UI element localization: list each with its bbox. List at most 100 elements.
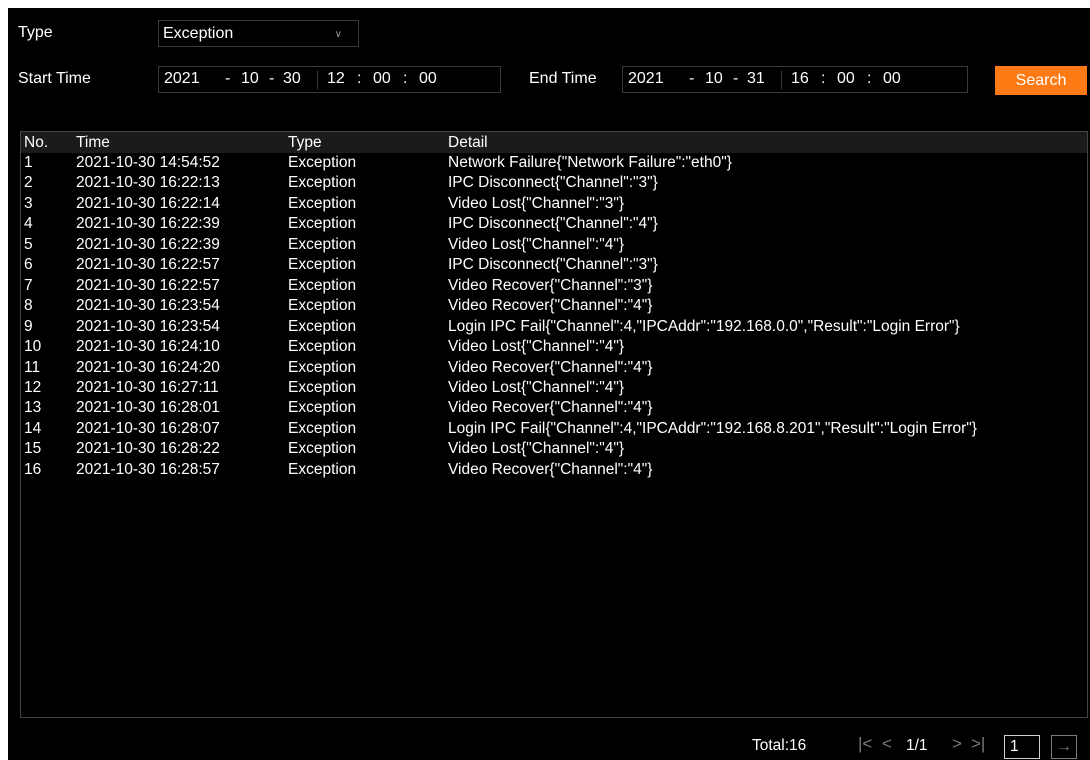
cell-no: 12 — [24, 378, 42, 396]
end-month[interactable]: 10 — [705, 70, 723, 88]
last-page-icon[interactable]: >| — [971, 734, 985, 754]
table-row[interactable]: 12 2021-10-30 16:27:11 Exception Video Lost… — [21, 378, 1087, 398]
table-row[interactable]: 1 2021-10-30 14:54:52 Exception Network Fai… — [21, 153, 1087, 173]
page-indicator: 1/1 — [906, 737, 928, 754]
cell-type: Exception — [288, 358, 357, 376]
end-year[interactable]: 2021 — [628, 70, 664, 88]
log-search-panel: Type Exception ∨ Start Time 2021 - 10 - … — [8, 8, 1090, 760]
search-button[interactable]: Search — [995, 66, 1087, 95]
end-day[interactable]: 31 — [747, 70, 765, 88]
table-row[interactable]: 6 2021-10-30 16:22:57 Exception IPC Disconn… — [21, 255, 1087, 275]
chevron-down-icon: ∨ — [334, 29, 342, 40]
table-row[interactable]: 13 2021-10-30 16:28:01 Exception Video Reco… — [21, 398, 1087, 418]
cell-detail: Video Lost{"Channel":"4"} — [448, 235, 624, 253]
table-row[interactable]: 14 2021-10-30 16:28:07 Exception Login IPC … — [21, 419, 1087, 439]
cell-type: Exception — [288, 235, 357, 253]
cell-time: 2021-10-30 16:28:01 — [76, 399, 220, 417]
column-header-detail: Detail — [448, 134, 488, 151]
cell-time: 2021-10-30 16:22:14 — [76, 194, 220, 212]
type-dropdown[interactable]: Exception ∨ — [158, 20, 359, 47]
page-number-input[interactable] — [1004, 735, 1040, 759]
cell-type: Exception — [288, 440, 357, 458]
table-row[interactable]: 7 2021-10-30 16:22:57 Exception Video Recov… — [21, 276, 1087, 296]
cell-time: 2021-10-30 16:28:07 — [76, 419, 220, 437]
end-time-field[interactable]: 2021 - 10 - 31 16 : 00 : 00 — [622, 66, 968, 93]
field-divider — [317, 71, 318, 89]
table-row[interactable]: 9 2021-10-30 16:23:54 Exception Login IPC F… — [21, 317, 1087, 337]
start-time-label: Start Time — [18, 70, 91, 87]
table-row[interactable]: 8 2021-10-30 16:23:54 Exception Video Recov… — [21, 296, 1087, 316]
arrow-right-icon: → — [1056, 738, 1072, 755]
start-day[interactable]: 30 — [283, 70, 301, 88]
cell-detail: IPC Disconnect{"Channel":"4"} — [448, 215, 658, 233]
cell-time: 2021-10-30 16:22:13 — [76, 174, 220, 192]
start-minute[interactable]: 00 — [373, 70, 391, 88]
date-separator: - — [689, 70, 695, 87]
type-label: Type — [18, 24, 53, 41]
cell-no: 14 — [24, 419, 42, 437]
start-time-field[interactable]: 2021 - 10 - 30 12 : 00 : 00 — [158, 66, 501, 93]
time-separator: : — [357, 70, 362, 87]
cell-detail: Video Lost{"Channel":"4"} — [448, 378, 624, 396]
cell-type: Exception — [288, 256, 357, 274]
first-page-icon[interactable]: |< — [858, 734, 872, 754]
table-row[interactable]: 10 2021-10-30 16:24:10 Exception Video Lost… — [21, 337, 1087, 357]
date-separator: - — [733, 70, 739, 87]
cell-no: 6 — [24, 256, 33, 274]
start-month[interactable]: 10 — [241, 70, 259, 88]
table-row[interactable]: 2 2021-10-30 16:22:13 Exception IPC Disconn… — [21, 173, 1087, 193]
cell-no: 4 — [24, 215, 33, 233]
table-header: No. Time Type Detail — [21, 132, 1087, 153]
cell-no: 9 — [24, 317, 33, 335]
table-row[interactable]: 4 2021-10-30 16:22:39 Exception IPC Disconn… — [21, 214, 1087, 234]
end-minute[interactable]: 00 — [837, 70, 855, 88]
cell-time: 2021-10-30 16:22:57 — [76, 256, 220, 274]
cell-detail: Video Recover{"Channel":"4"} — [448, 460, 653, 478]
cell-no: 8 — [24, 297, 33, 315]
total-count: Total:16 — [752, 737, 807, 754]
time-separator: : — [867, 70, 872, 87]
start-hour[interactable]: 12 — [327, 70, 345, 88]
cell-detail: Video Recover{"Channel":"3"} — [448, 276, 653, 294]
table-row[interactable]: 5 2021-10-30 16:22:39 Exception Video Lost{… — [21, 235, 1087, 255]
table-row[interactable]: 16 2021-10-30 16:28:57 Exception Video Reco… — [21, 460, 1087, 480]
cell-type: Exception — [288, 194, 357, 212]
time-separator: : — [403, 70, 408, 87]
cell-detail: IPC Disconnect{"Channel":"3"} — [448, 174, 658, 192]
end-second[interactable]: 00 — [883, 70, 901, 88]
column-header-no: No. — [24, 134, 49, 151]
cell-time: 2021-10-30 16:23:54 — [76, 317, 220, 335]
app-window: Type Exception ∨ Start Time 2021 - 10 - … — [0, 0, 1090, 760]
cell-time: 2021-10-30 16:22:39 — [76, 215, 220, 233]
cell-detail: IPC Disconnect{"Channel":"3"} — [448, 256, 658, 274]
cell-type: Exception — [288, 399, 357, 417]
cell-detail: Network Failure{"Network Failure":"eth0"… — [448, 154, 732, 171]
cell-no: 11 — [24, 358, 41, 376]
cell-no: 13 — [24, 399, 42, 417]
log-table: No. Time Type Detail 1 2021-10-30 14:54:5… — [20, 131, 1088, 718]
end-hour[interactable]: 16 — [791, 70, 809, 88]
cell-time: 2021-10-30 16:22:57 — [76, 276, 220, 294]
next-page-icon[interactable]: > — [952, 734, 962, 754]
go-button[interactable]: → — [1051, 735, 1077, 759]
table-row[interactable]: 11 2021-10-30 16:24:20 Exception Video Reco… — [21, 358, 1087, 378]
cell-type: Exception — [288, 154, 357, 171]
start-year[interactable]: 2021 — [164, 70, 200, 88]
table-row[interactable]: 15 2021-10-30 16:28:22 Exception Video Lost… — [21, 439, 1087, 459]
table-row[interactable]: 3 2021-10-30 16:22:14 Exception Video Lost{… — [21, 194, 1087, 214]
time-separator: : — [821, 70, 826, 87]
cell-time: 2021-10-30 16:23:54 — [76, 297, 220, 315]
cell-detail: Video Lost{"Channel":"3"} — [448, 194, 624, 212]
start-second[interactable]: 00 — [419, 70, 437, 88]
cell-detail: Video Lost{"Channel":"4"} — [448, 338, 624, 356]
cell-time: 2021-10-30 16:22:39 — [76, 235, 220, 253]
type-dropdown-value: Exception — [163, 24, 234, 42]
cell-no: 10 — [24, 338, 42, 356]
cell-time: 2021-10-30 16:28:57 — [76, 460, 220, 478]
date-separator: - — [269, 70, 275, 87]
prev-page-icon[interactable]: < — [882, 734, 892, 754]
cell-no: 7 — [24, 276, 33, 294]
cell-type: Exception — [288, 215, 357, 233]
field-divider — [781, 71, 782, 89]
cell-type: Exception — [288, 174, 357, 192]
